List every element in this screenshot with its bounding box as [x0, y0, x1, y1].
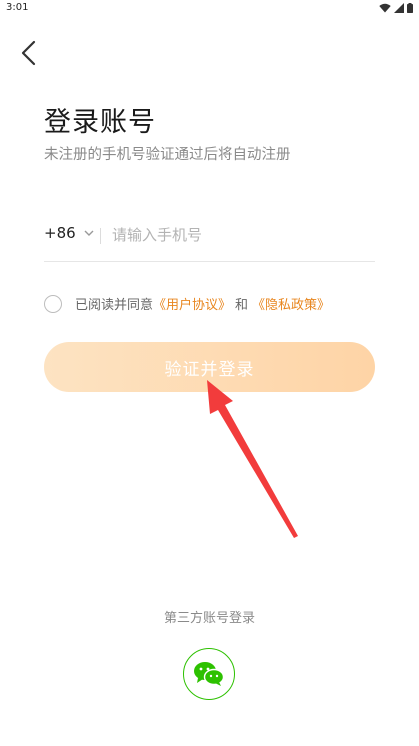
back-button[interactable] — [14, 38, 44, 68]
chevron-down-icon — [84, 230, 94, 236]
privacy-policy-link[interactable]: 《隐私政策》 — [252, 294, 330, 313]
country-code-label: +86 — [44, 224, 76, 242]
status-icons — [379, 3, 413, 13]
battery-icon — [407, 3, 413, 13]
agreement-row: 已阅读并同意 《用户协议》 和 《隐私政策》 — [44, 294, 330, 313]
status-time: 3:01 — [6, 2, 29, 13]
page-title: 登录账号 — [44, 107, 156, 138]
phone-input[interactable] — [112, 221, 367, 249]
user-agreement-link[interactable]: 《用户协议》 — [153, 294, 231, 313]
phone-row: +86 — [44, 215, 375, 262]
agreement-checkbox[interactable] — [44, 294, 62, 313]
third-party-label: 第三方账号登录 — [163, 611, 255, 626]
signal-icon — [394, 3, 404, 13]
page-subtitle: 未注册的手机号验证通过后将自动注册 — [44, 147, 291, 163]
field-divider — [100, 228, 101, 244]
agreement-and: 和 — [235, 298, 249, 313]
agreement-prefix: 已阅读并同意 — [75, 298, 154, 313]
country-code-selector[interactable]: +86 — [44, 224, 94, 242]
wechat-icon — [194, 662, 225, 686]
login-button[interactable]: 验证并登录 — [44, 342, 375, 392]
status-bar: 3:01 — [0, 0, 419, 18]
chevron-left-icon — [21, 40, 36, 66]
wifi-icon — [379, 3, 391, 13]
wechat-login-button[interactable] — [183, 648, 235, 700]
